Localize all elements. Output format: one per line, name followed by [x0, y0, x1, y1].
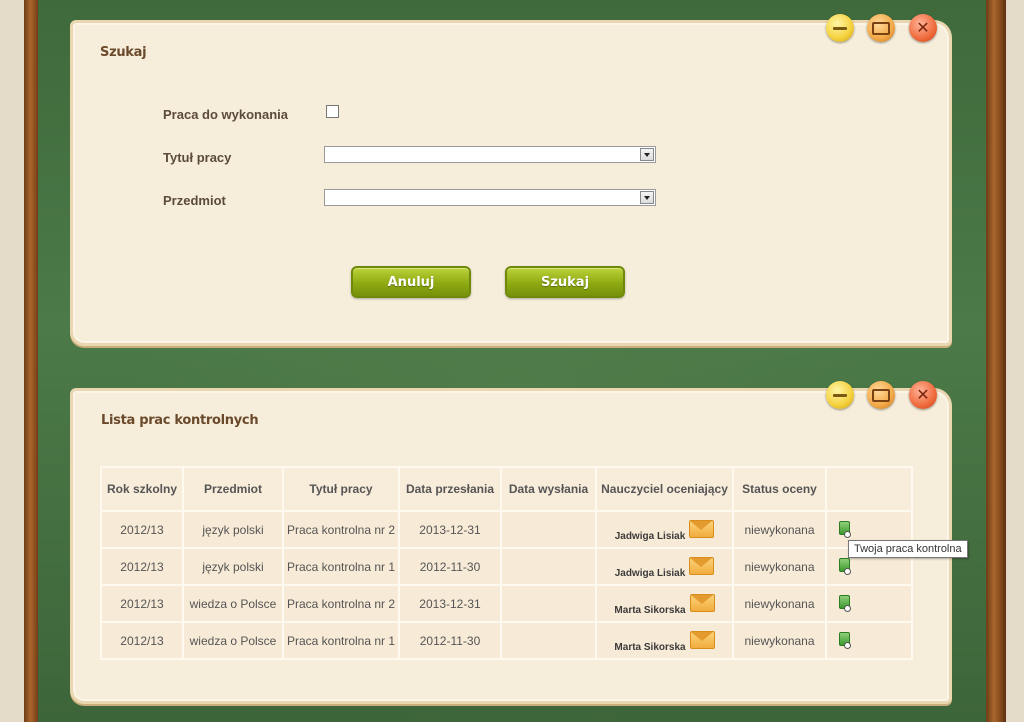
minimize-icon [833, 393, 847, 397]
results-table: Rok szkolny Przedmiot Tytuł pracy Data p… [100, 466, 913, 660]
cancel-button[interactable]: Anuluj [351, 266, 471, 298]
praca-checkbox[interactable] [326, 105, 339, 118]
document-icon[interactable] [839, 521, 851, 538]
cell-rok: 2012/13 [100, 547, 184, 586]
cell-nauczyciel: Jadwiga Lisiak [595, 547, 734, 586]
cell-data-wyslania [500, 621, 597, 660]
cell-rok: 2012/13 [100, 584, 184, 623]
tytul-select[interactable] [324, 146, 656, 163]
frame-right [986, 0, 1006, 722]
teacher-name: Marta Sikorska [614, 604, 686, 616]
teacher-name: Marta Sikorska [614, 641, 686, 653]
document-tooltip: Twoja praca kontrolna [848, 540, 968, 558]
document-icon[interactable] [839, 632, 851, 649]
column-header: Nauczyciel oceniający [595, 466, 734, 512]
cell-actions [825, 621, 913, 660]
cell-tytul: Praca kontrolna nr 2 [282, 584, 400, 623]
przedmiot-label: Przedmiot [163, 193, 226, 208]
cell-przedmiot: wiedza o Polsce [182, 621, 284, 660]
teacher-name: Jadwiga Lisiak [614, 530, 686, 542]
cell-status: niewykonana [732, 547, 827, 586]
list-panel-title: Lista prac kontrolnych [101, 413, 259, 428]
maximize-icon [872, 21, 890, 35]
table-row: 2012/13 język polski Praca kontrolna nr … [100, 547, 913, 586]
table-row: 2012/13 język polski Praca kontrolna nr … [100, 510, 913, 549]
minimize-button[interactable] [826, 381, 854, 409]
cell-status: niewykonana [732, 584, 827, 623]
column-header: Data przesłania [398, 466, 502, 512]
envelope-icon[interactable] [689, 593, 715, 612]
search-button[interactable]: Szukaj [505, 266, 625, 298]
maximize-button[interactable] [867, 14, 895, 42]
table-header-row: Rok szkolny Przedmiot Tytuł pracy Data p… [100, 466, 913, 512]
maximize-icon [872, 388, 890, 402]
column-header: Status oceny [732, 466, 827, 512]
cell-data-wyslania [500, 547, 597, 586]
przedmiot-select[interactable] [324, 189, 656, 206]
table-row: 2012/13 wiedza o Polsce Praca kontrolna … [100, 584, 913, 623]
close-button[interactable]: ✕ [909, 14, 937, 42]
teacher-name: Jadwiga Lisiak [614, 567, 686, 579]
table-row: 2012/13 wiedza o Polsce Praca kontrolna … [100, 621, 913, 660]
praca-label: Praca do wykonania [163, 107, 288, 122]
minimize-button[interactable] [826, 14, 854, 42]
column-header: Data wysłania [500, 466, 597, 512]
cell-status: niewykonana [732, 510, 827, 549]
cell-rok: 2012/13 [100, 510, 184, 549]
cell-rok: 2012/13 [100, 621, 184, 660]
cell-status: niewykonana [732, 621, 827, 660]
maximize-button[interactable] [867, 381, 895, 409]
close-button[interactable]: ✕ [909, 381, 937, 409]
chevron-down-icon[interactable] [640, 191, 654, 204]
cell-data-wyslania [500, 584, 597, 623]
cell-nauczyciel: Jadwiga Lisiak [595, 510, 734, 549]
column-header: Tytuł pracy [282, 466, 400, 512]
cell-data-przeslania: 2013-12-31 [398, 584, 502, 623]
envelope-icon[interactable] [689, 630, 715, 649]
close-icon: ✕ [916, 385, 930, 404]
cell-przedmiot: język polski [182, 547, 284, 586]
chevron-down-icon[interactable] [640, 148, 654, 161]
document-icon[interactable] [839, 595, 851, 612]
close-icon: ✕ [916, 18, 930, 37]
envelope-icon[interactable] [689, 556, 715, 575]
cell-data-wyslania [500, 510, 597, 549]
column-header [825, 466, 913, 512]
cell-nauczyciel: Marta Sikorska [595, 621, 734, 660]
cell-tytul: Praca kontrolna nr 1 [282, 621, 400, 660]
tytul-label: Tytuł pracy [163, 150, 232, 165]
column-header: Rok szkolny [100, 466, 184, 512]
minimize-icon [833, 26, 847, 30]
cell-nauczyciel: Marta Sikorska [595, 584, 734, 623]
cell-data-przeslania: 2012-11-30 [398, 547, 502, 586]
cell-przedmiot: język polski [182, 510, 284, 549]
envelope-icon[interactable] [689, 519, 715, 538]
cell-data-przeslania: 2013-12-31 [398, 510, 502, 549]
cell-przedmiot: wiedza o Polsce [182, 584, 284, 623]
cell-tytul: Praca kontrolna nr 1 [282, 547, 400, 586]
cell-tytul: Praca kontrolna nr 2 [282, 510, 400, 549]
document-icon[interactable] [839, 558, 851, 575]
column-header: Przedmiot [182, 466, 284, 512]
search-panel-title: Szukaj [100, 45, 147, 60]
cell-actions [825, 584, 913, 623]
cell-data-przeslania: 2012-11-30 [398, 621, 502, 660]
